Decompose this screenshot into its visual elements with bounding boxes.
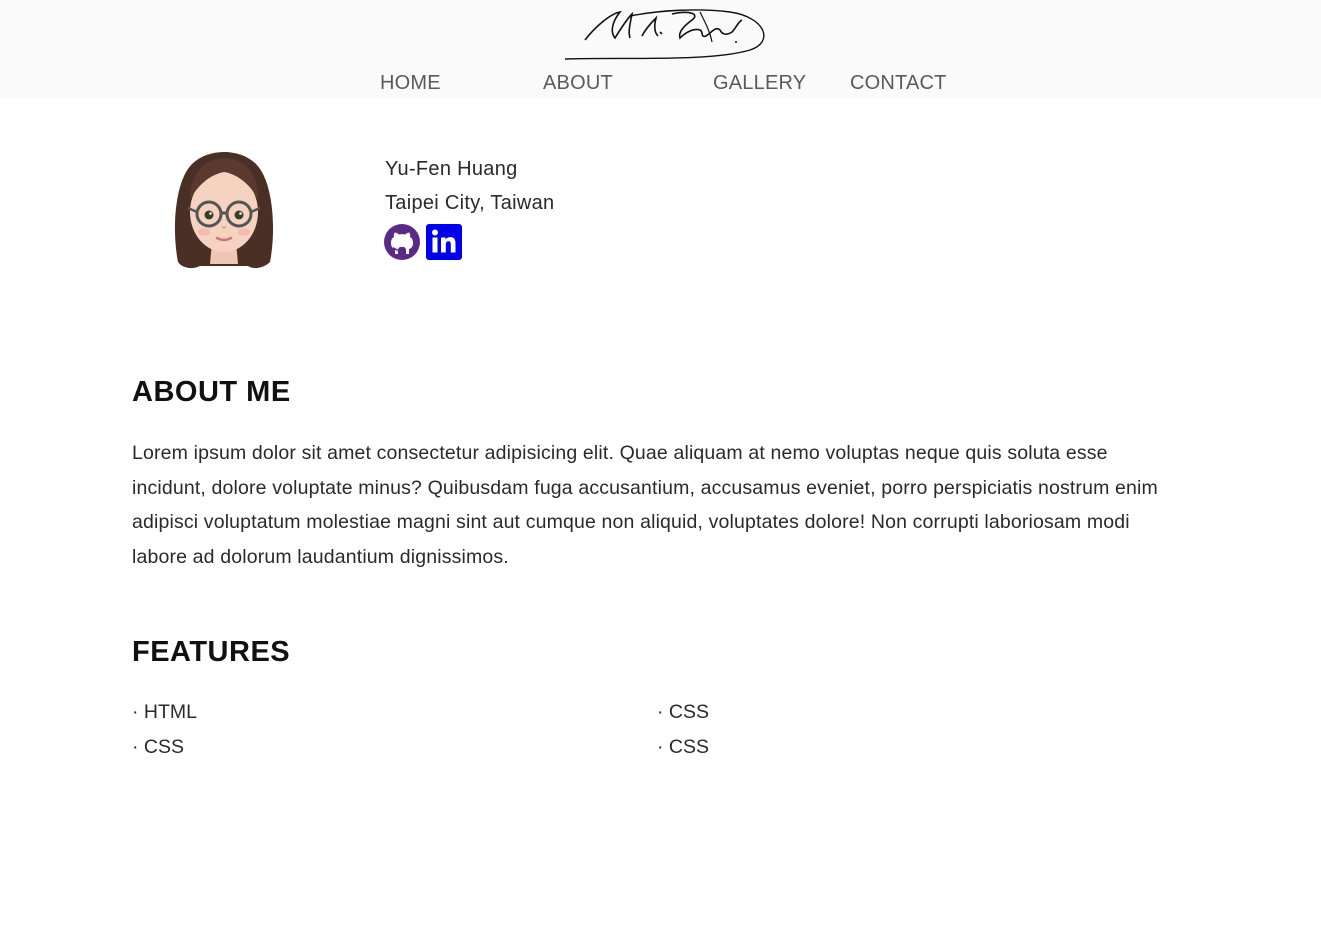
about-text: Lorem ipsum dolor sit amet consectetur a… <box>132 442 1158 568</box>
github-icon[interactable] <box>384 224 420 260</box>
nav-contact[interactable]: CONTACT <box>850 70 947 96</box>
signature-logo-icon[interactable] <box>560 2 766 64</box>
nav-gallery[interactable]: GALLERY <box>713 70 806 96</box>
about-title: ABOUT ME <box>132 376 291 408</box>
feature-item: · CSS <box>657 736 710 758</box>
feature-item: · CSS <box>132 736 185 758</box>
linkedin-icon[interactable] <box>426 224 462 260</box>
profile-name: Yu-Fen Huang <box>385 158 518 180</box>
memoji-avatar-icon <box>174 152 274 269</box>
nav-about[interactable]: ABOUT <box>543 70 613 96</box>
features-title: FEATURES <box>132 636 291 668</box>
feature-item: · HTML <box>132 701 197 723</box>
nav-home[interactable]: HOME <box>380 70 441 96</box>
profile-location: Taipei City, Taiwan <box>385 192 555 214</box>
feature-item: · CSS <box>657 701 710 723</box>
site-header: HOME ABOUT GALLERY CONTACT <box>0 0 1321 98</box>
